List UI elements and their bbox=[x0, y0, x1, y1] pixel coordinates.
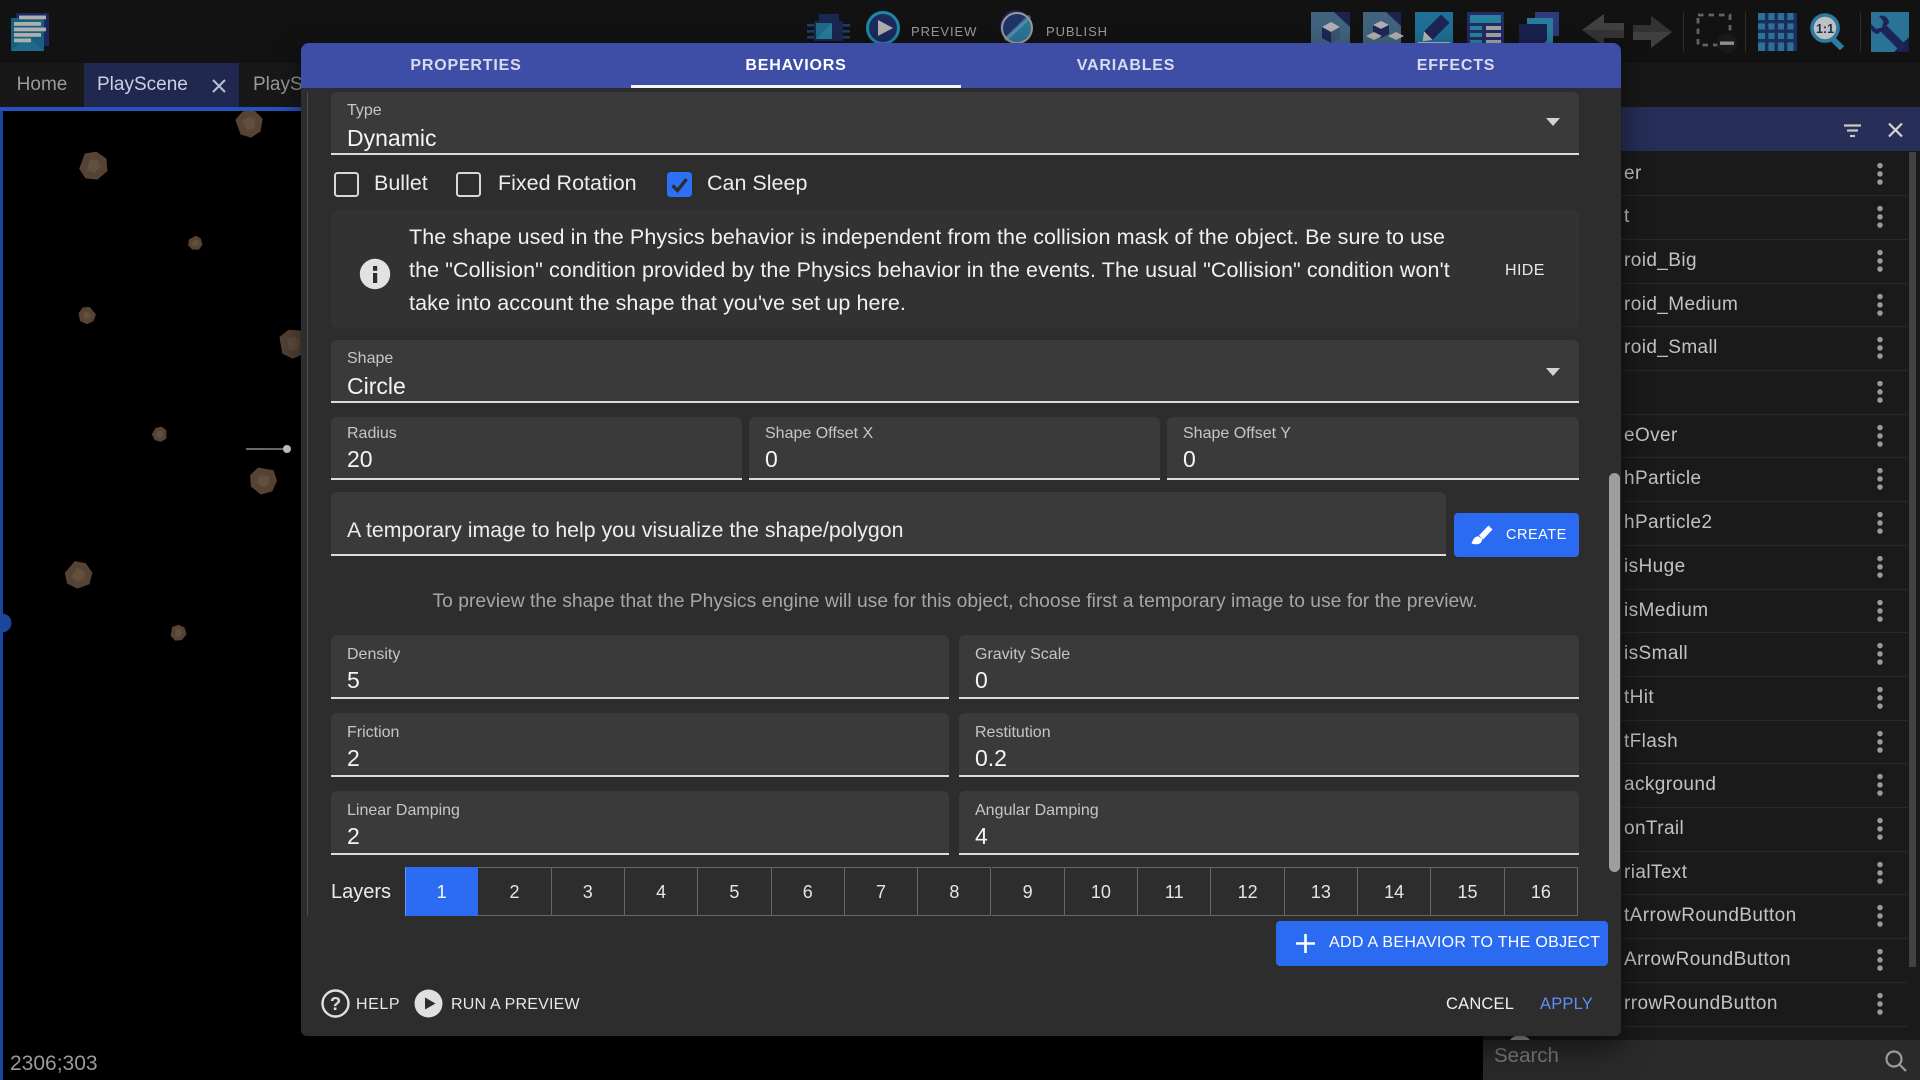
svg-text:?: ? bbox=[330, 993, 341, 1014]
svg-text:1:1: 1:1 bbox=[1816, 22, 1834, 36]
